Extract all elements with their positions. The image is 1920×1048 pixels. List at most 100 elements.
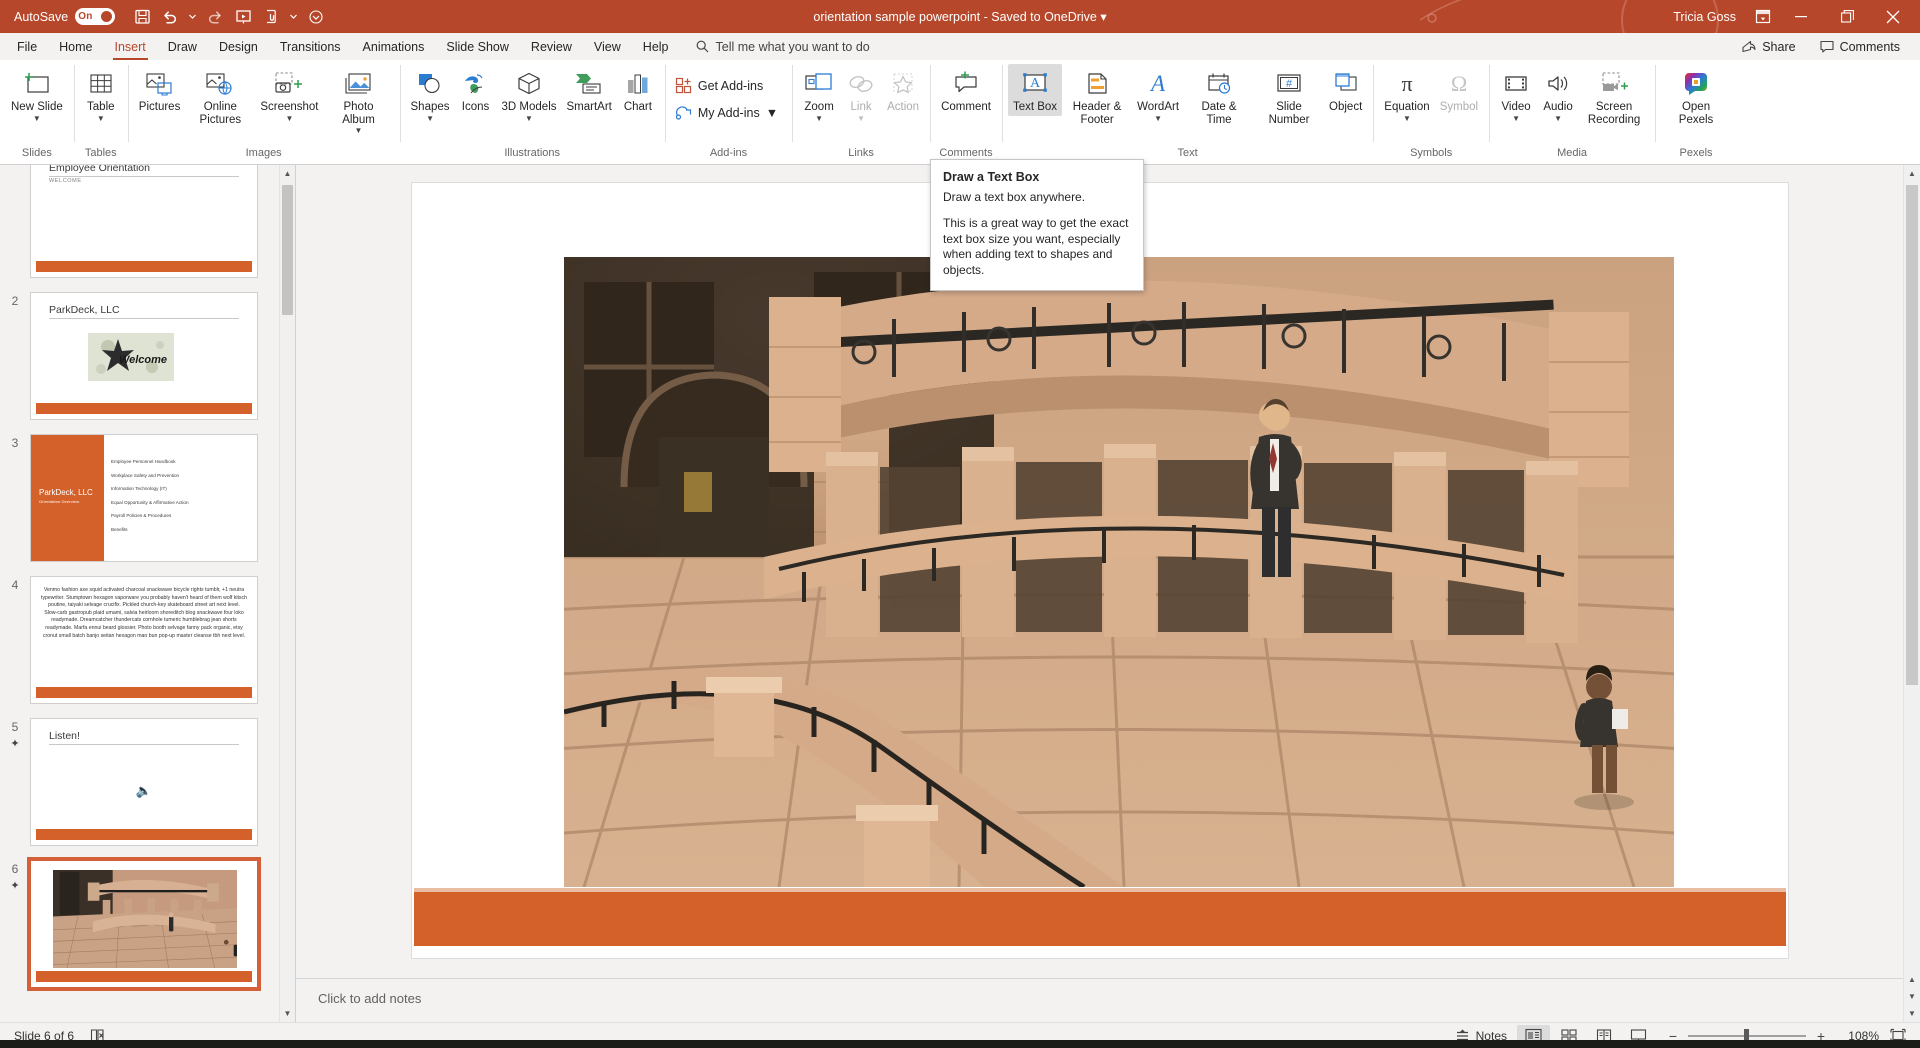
redo-icon[interactable] [202, 5, 228, 29]
touch-mode-dropdown-icon[interactable] [286, 5, 301, 29]
symbol-icon: Ω [1444, 67, 1474, 101]
autosave-control[interactable]: AutoSave On [14, 8, 116, 25]
windows-taskbar [0, 1040, 1920, 1048]
screenshot-button[interactable]: Screenshot ▼ [255, 64, 323, 125]
tab-home[interactable]: Home [48, 33, 103, 60]
undo-icon[interactable] [157, 5, 183, 29]
document-title-dropdown-icon[interactable]: ▾ [1100, 10, 1106, 24]
object-button[interactable]: Object [1324, 64, 1367, 116]
start-from-beginning-icon[interactable] [230, 5, 256, 29]
slide-number-button[interactable]: # Slide Number [1254, 64, 1324, 128]
slide-thumbnail-1[interactable]: Employee Orientation WELCOME [30, 165, 258, 278]
slide-thumbnail-3[interactable]: ParkDeck, LLC Orientation Overview Emplo… [30, 434, 258, 562]
chart-label: Chart [623, 101, 652, 113]
audio-button[interactable]: Audio ▼ [1537, 64, 1579, 125]
autosave-state: On [78, 11, 93, 22]
chevron-down-icon[interactable]: ▼ [815, 114, 823, 123]
chevron-down-icon[interactable]: ▼ [766, 106, 778, 120]
share-button[interactable]: Share [1732, 37, 1805, 57]
previous-slide-button[interactable]: ▲ [1904, 971, 1920, 988]
pictures-button[interactable]: Pictures [134, 64, 186, 116]
comment-button[interactable]: Comment [936, 64, 996, 116]
3d-models-button[interactable]: 3D Models ▼ [497, 64, 562, 125]
tab-animations[interactable]: Animations [352, 33, 436, 60]
chevron-down-icon[interactable]: ▼ [1403, 114, 1411, 123]
tab-design[interactable]: Design [208, 33, 269, 60]
tab-help[interactable]: Help [632, 33, 680, 60]
main-area: 1 Employee Orientation WELCOME 2 ParkDec… [0, 165, 1920, 1022]
chevron-down-icon[interactable]: ▼ [1554, 114, 1562, 123]
scrollbar-thumb[interactable] [282, 185, 293, 315]
slide-thumbnail-4[interactable]: Venmo fashion axe squid activated charco… [30, 576, 258, 704]
undo-dropdown-icon[interactable] [185, 5, 200, 29]
chevron-down-icon[interactable]: ▼ [1512, 114, 1520, 123]
bullet-item: Employee Personnel Handbook [111, 459, 176, 464]
equation-button[interactable]: π Equation ▼ [1379, 64, 1434, 125]
close-button[interactable] [1870, 0, 1916, 33]
scrollbar-thumb[interactable] [1906, 185, 1918, 685]
screen-recording-button[interactable]: Screen Recording [1579, 64, 1649, 128]
restore-button[interactable] [1824, 0, 1870, 33]
smartart-button[interactable]: SmartArt [562, 64, 617, 116]
touch-mode-icon[interactable] [258, 5, 284, 29]
wordart-button[interactable]: A WordArt ▼ [1132, 64, 1184, 125]
chevron-down-icon[interactable]: ▼ [97, 114, 105, 123]
chevron-down-icon[interactable]: ▼ [426, 114, 434, 123]
user-account[interactable]: Tricia Goss [1673, 10, 1736, 24]
minimize-button[interactable] [1778, 0, 1824, 33]
comments-button[interactable]: Comments [1810, 37, 1910, 57]
new-slide-button[interactable]: New Slide ▼ [6, 64, 68, 125]
icons-button[interactable]: Icons [455, 64, 497, 116]
document-title[interactable]: orientation sample powerpoint - Saved to… [813, 10, 1096, 24]
tab-draw[interactable]: Draw [157, 33, 208, 60]
bullet-item: Equal Opportunity & Affirmative Action [111, 499, 189, 505]
slide-photo-rotunda[interactable] [563, 257, 1674, 887]
scroll-up-arrow-icon[interactable]: ▲ [280, 165, 295, 182]
slide-thumbnail-2[interactable]: ParkDeck, LLC Welcome [30, 292, 258, 420]
customize-quick-access-icon[interactable] [303, 5, 329, 29]
tab-file[interactable]: File [6, 33, 48, 60]
tab-slide-show[interactable]: Slide Show [435, 33, 520, 60]
open-pexels-button[interactable]: Open Pexels [1661, 64, 1731, 128]
autosave-toggle[interactable]: On [75, 8, 116, 25]
scroll-up-arrow-icon[interactable]: ▲ [1904, 165, 1920, 182]
shapes-button[interactable]: Shapes ▼ [406, 64, 455, 125]
slide-area-scrollbar[interactable]: ▲ ▲ ▼ ▼ [1903, 165, 1920, 1022]
header-footer-button[interactable]: Header & Footer [1062, 64, 1132, 128]
chevron-down-icon[interactable]: ▼ [355, 127, 363, 135]
thumbnail-scrollbar[interactable]: ▲ ▼ [279, 165, 295, 1022]
next-slide-button[interactable]: ▼ [1904, 988, 1920, 1005]
slide-accent-bar [36, 261, 252, 272]
photo-album-button[interactable]: Photo Album ▼ [324, 64, 394, 137]
chevron-down-icon[interactable]: ▼ [525, 114, 533, 123]
chevron-down-icon[interactable]: ▼ [1154, 114, 1162, 123]
scroll-down-arrow-icon[interactable]: ▼ [280, 1005, 295, 1022]
tab-view[interactable]: View [583, 33, 632, 60]
date-time-button[interactable]: Date & Time [1184, 64, 1254, 128]
get-add-ins-button[interactable]: Get Add-ins [671, 73, 786, 98]
tab-insert[interactable]: Insert [104, 33, 157, 60]
video-button[interactable]: Video ▼ [1495, 64, 1537, 125]
online-pictures-button[interactable]: Online Pictures [185, 64, 255, 128]
zoom-button[interactable]: Zoom ▼ [798, 64, 840, 125]
current-slide-canvas[interactable] [411, 183, 1788, 958]
screenshot-icon [272, 67, 306, 101]
chevron-down-icon[interactable]: ▼ [285, 114, 293, 123]
chart-button[interactable]: Chart [617, 64, 659, 116]
save-icon[interactable] [129, 5, 155, 29]
zoom-track[interactable] [1688, 1028, 1806, 1043]
tell-me-search[interactable]: Tell me what you want to do [686, 33, 880, 60]
slide-thumbnail-5[interactable]: Listen! 🔈 [30, 718, 258, 846]
ribbon-display-options-icon[interactable] [1748, 2, 1778, 32]
tab-transitions[interactable]: Transitions [269, 33, 352, 60]
smartart-icon [573, 67, 605, 101]
scroll-down-arrow-icon[interactable]: ▼ [1904, 1005, 1920, 1022]
table-button[interactable]: Table ▼ [80, 64, 122, 125]
slide-thumbnail-6[interactable] [27, 857, 261, 991]
notes-pane[interactable]: Click to add notes [296, 978, 1903, 1022]
chevron-down-icon[interactable]: ▼ [33, 114, 41, 123]
my-add-ins-button[interactable]: My Add-ins ▼ [671, 100, 786, 125]
text-box-button[interactable]: A Text Box [1007, 64, 1063, 116]
slide-thumbnail-list: 1 Employee Orientation WELCOME 2 ParkDec… [0, 165, 276, 995]
tab-review[interactable]: Review [520, 33, 583, 60]
